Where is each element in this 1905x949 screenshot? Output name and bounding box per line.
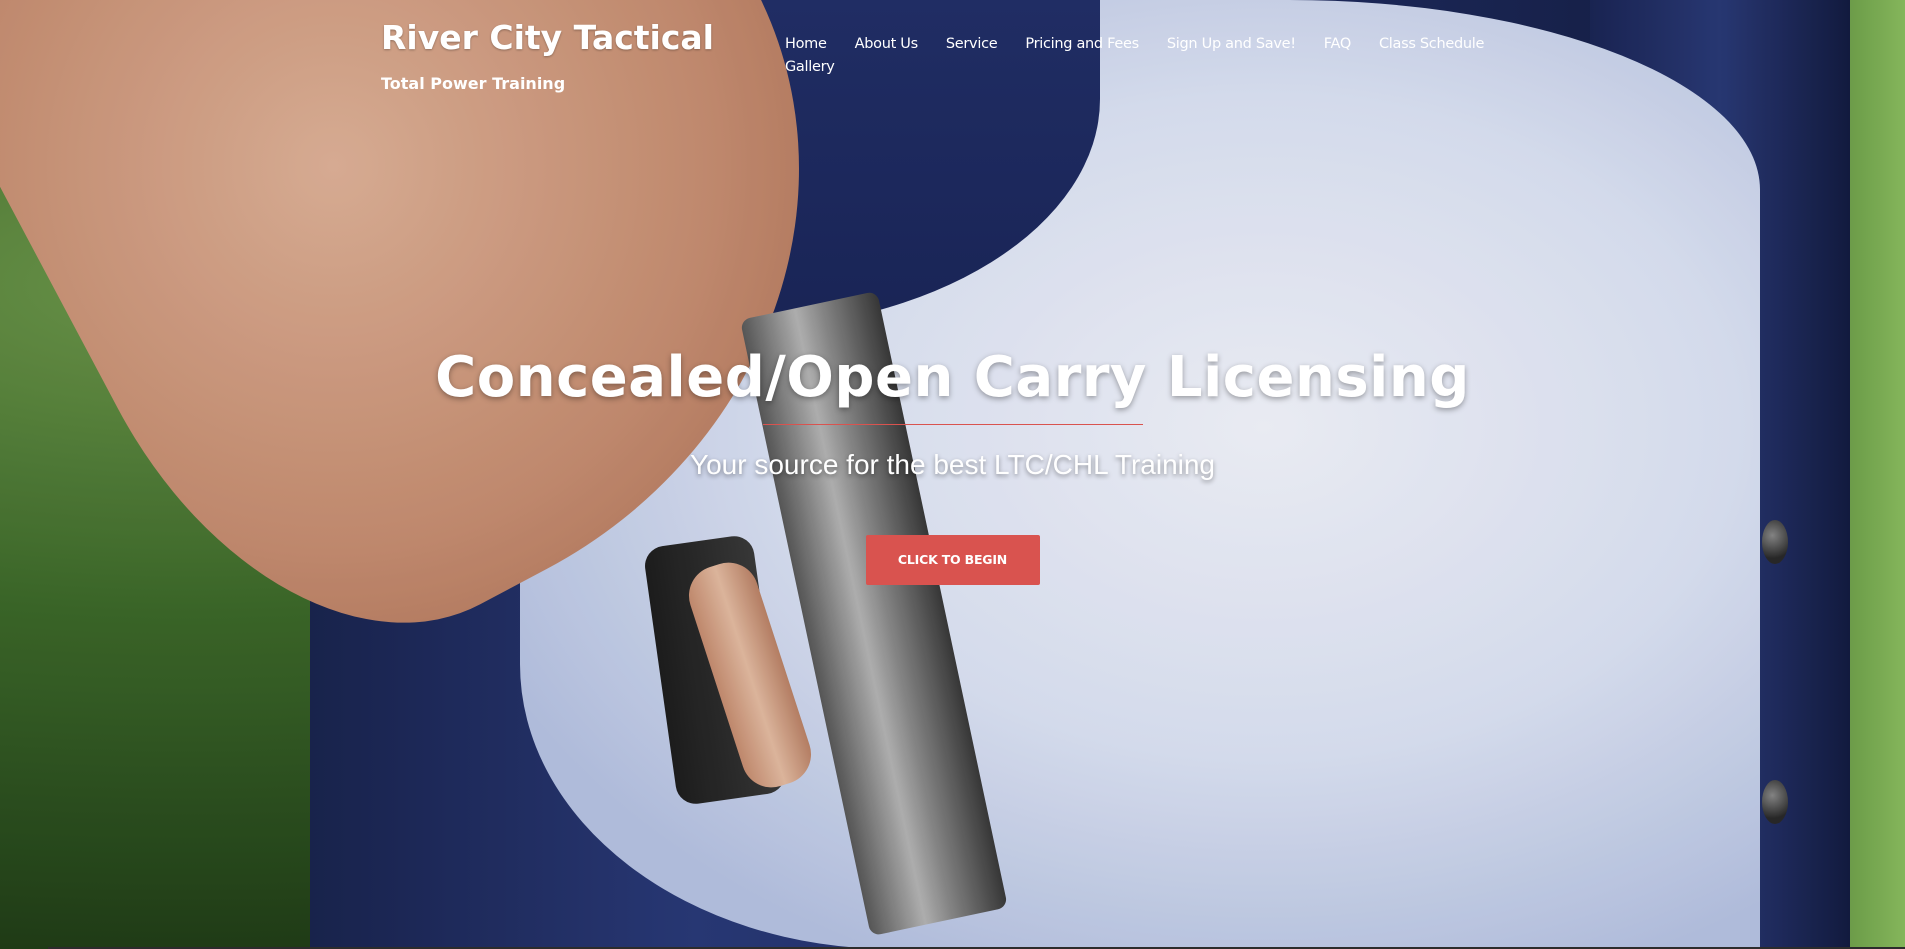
site-title[interactable]: River City Tactical [381, 18, 714, 57]
main-navigation: Home About Us Service Pricing and Fees S… [785, 35, 1505, 77]
site-tagline: Total Power Training [381, 74, 566, 93]
click-to-begin-button[interactable]: CLICK TO BEGIN [865, 535, 1040, 585]
hero-title: Concealed/Open Carry Licensing [435, 345, 1470, 410]
nav-item-service[interactable]: Service [946, 35, 998, 54]
hero-content: Concealed/Open Carry Licensing Your sour… [0, 345, 1905, 585]
nav-item-home[interactable]: Home [785, 35, 827, 54]
nav-item-class-schedule[interactable]: Class Schedule [1379, 35, 1484, 54]
hero-subtitle: Your source for the best LTC/CHL Trainin… [690, 449, 1215, 480]
hero-divider [762, 424, 1143, 425]
nav-item-faq[interactable]: FAQ [1324, 35, 1351, 54]
nav-item-sign-up-and-save[interactable]: Sign Up and Save! [1167, 35, 1296, 54]
nav-item-gallery[interactable]: Gallery [785, 58, 835, 77]
nav-item-about-us[interactable]: About Us [855, 35, 919, 54]
nav-item-pricing-and-fees[interactable]: Pricing and Fees [1025, 35, 1139, 54]
